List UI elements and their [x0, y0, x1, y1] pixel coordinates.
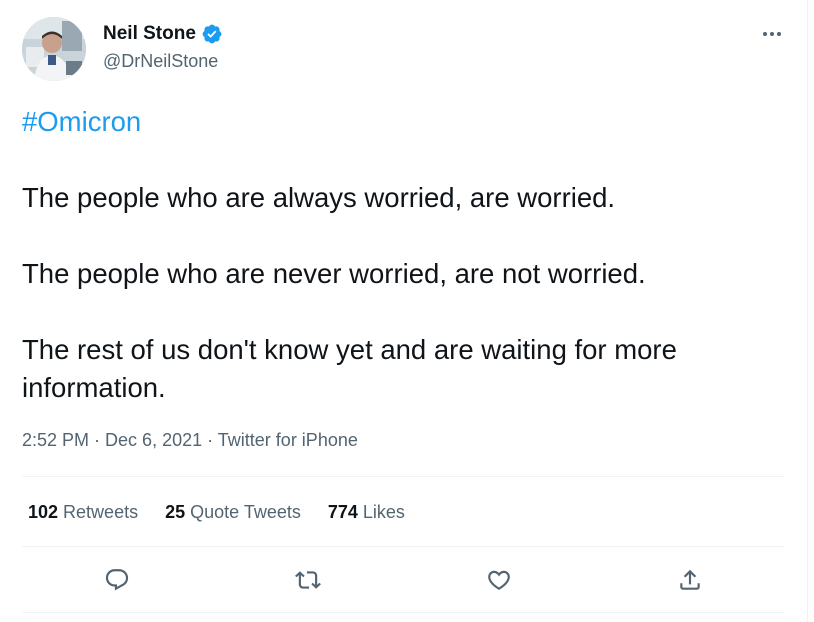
tweet-date[interactable]: Dec 6, 2021	[105, 430, 202, 450]
retweets-count: 102	[28, 502, 59, 522]
tweet-card: Neil Stone @DrNeilStone #Omicron The peo…	[0, 0, 808, 622]
tweet-paragraph: The people who are always worried, are w…	[22, 182, 616, 213]
like-button[interactable]	[482, 563, 516, 597]
tweet-meta: 2:52 PM · Dec 6, 2021 · Twitter for iPho…	[22, 428, 358, 452]
avatar[interactable]	[22, 17, 86, 81]
divider	[22, 546, 784, 547]
share-icon	[680, 569, 700, 590]
retweet-icon	[295, 571, 321, 589]
tweet-time[interactable]: 2:52 PM	[22, 430, 89, 450]
heart-icon	[488, 570, 510, 590]
reply-icon	[105, 569, 129, 591]
quote-tweets-label: Quote Tweets	[190, 502, 301, 522]
quote-tweets-stat[interactable]: 25 Quote Tweets	[165, 500, 301, 524]
tweet-source[interactable]: Twitter for iPhone	[218, 430, 358, 450]
likes-stat[interactable]: 774 Likes	[328, 500, 405, 524]
meta-separator: ·	[202, 430, 218, 450]
share-button[interactable]	[673, 563, 707, 597]
reply-button[interactable]	[100, 563, 134, 597]
verified-badge-icon	[201, 23, 223, 45]
retweet-button[interactable]	[291, 563, 325, 597]
tweet-paragraph: The rest of us don't know yet and are wa…	[22, 334, 677, 403]
avatar-photo	[22, 17, 86, 81]
quote-tweets-count: 25	[165, 502, 186, 522]
tweet-paragraph: The people who are never worried, are no…	[22, 258, 646, 289]
divider	[22, 476, 784, 477]
likes-label: Likes	[362, 502, 405, 522]
tweet-stats: 102 Retweets 25 Quote Tweets 774 Likes	[28, 500, 432, 524]
author-handle[interactable]: @DrNeilStone	[103, 50, 218, 72]
author-display-name[interactable]: Neil Stone	[103, 22, 196, 46]
meta-separator: ·	[89, 430, 106, 450]
hashtag-link[interactable]: #Omicron	[22, 103, 792, 141]
author-name-row[interactable]: Neil Stone	[103, 22, 223, 46]
retweets-stat[interactable]: 102 Retweets	[28, 500, 138, 524]
likes-count: 774	[327, 502, 358, 522]
more-options-icon	[763, 32, 781, 36]
more-options-button[interactable]	[756, 22, 788, 46]
divider	[22, 612, 784, 613]
retweets-label: Retweets	[63, 502, 139, 522]
tweet-text: #Omicron The people who are always worri…	[22, 103, 792, 407]
